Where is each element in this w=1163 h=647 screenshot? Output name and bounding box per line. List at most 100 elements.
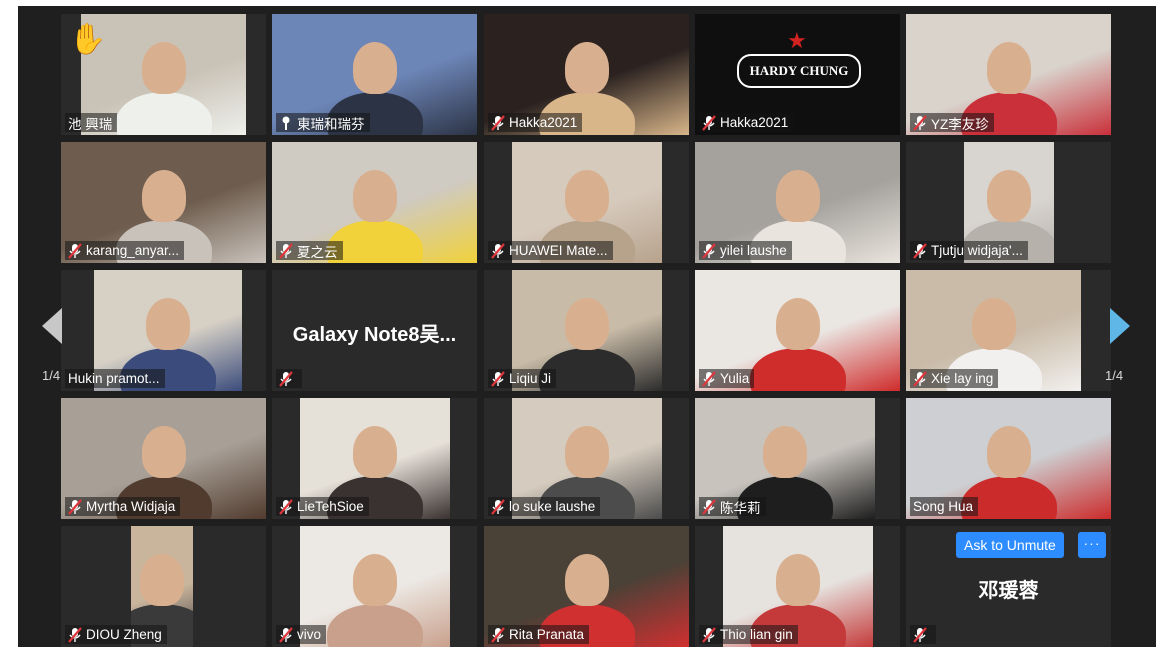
participant-tile[interactable]: 陈华莉 [695,398,900,519]
muted-mic-icon [913,242,927,259]
participant-name-label: Hakka2021 [488,113,583,132]
participant-tile[interactable]: Xie lay ing [906,270,1111,391]
participant-name: Hakka2021 [509,115,578,130]
participant-face [987,170,1031,222]
muted-mic-icon [913,114,927,131]
participant-name-label: Thio lian gin [699,625,798,644]
participant-face [775,170,820,222]
participant-name: yilei laushe [720,243,787,258]
muted-mic-icon [702,370,716,387]
participant-display-name: 邓瑗蓉 [978,580,1039,602]
participant-name-label: Tjutju widjaja'... [910,241,1028,260]
participant-tile[interactable]: Liqiu Ji [484,270,689,391]
participant-name: 東瑞和瑞芬 [297,116,365,132]
participant-name-label: 陈华莉 [699,497,766,516]
muted-mic-icon [68,626,82,643]
participant-tile[interactable]: yilei laushe [695,142,900,263]
muted-mic-icon [279,498,293,515]
participant-name-label: 夏之云 [276,241,343,260]
participant-name-label: YZ李友珍 [910,113,994,132]
participant-name: lo suke laushe [509,499,596,514]
participant-name: Hukin pramot... [68,371,160,386]
muted-mic-icon [279,242,293,259]
participant-tile[interactable]: LieTehSioe [272,398,477,519]
participant-body [749,348,846,391]
page-indicator-left: 1/4 [42,368,61,383]
participant-face [352,42,397,94]
previous-page-arrow-icon[interactable] [40,306,66,346]
participant-name: 夏之云 [297,244,338,260]
participant-name-label: LieTehSioe [276,497,369,516]
participant-name-label: Rita Pranata [488,625,590,644]
muted-mic-icon [702,498,716,515]
participant-face [352,170,397,222]
participant-tile[interactable]: Thio lian gin [695,526,900,647]
participant-tile[interactable]: 夏之云 [272,142,477,263]
participant-face [776,554,820,606]
participant-tile[interactable]: Galaxy Note8吴... [272,270,477,391]
participant-name: Liqiu Ji [509,371,552,386]
hardy-chung-logo: HARDY CHUNG [737,54,861,88]
participant-face [353,554,397,606]
participant-tile[interactable]: lo suke laushe [484,398,689,519]
participant-name-label: yilei laushe [699,241,792,260]
muted-mic-icon [68,242,82,259]
participant-name: Yulia [720,371,750,386]
participant-tile[interactable]: DIOU Zheng [61,526,266,647]
raised-hand-icon: ✋ [69,23,107,56]
participant-tile[interactable]: 東瑞和瑞芬 [272,14,477,135]
participant-tile[interactable]: HARDY CHUNG ★ Hakka2021 [695,14,900,135]
participant-tile[interactable]: Yulia [695,270,900,391]
participant-name: LieTehSioe [297,499,364,514]
participant-tile[interactable]: Myrtha Widjaja [61,398,266,519]
participant-tile[interactable]: Song Hua [906,398,1111,519]
participant-name: 陈华莉 [720,500,761,516]
participant-face [986,42,1031,94]
participant-name: Rita Pranata [509,627,585,642]
more-options-button[interactable]: ··· [1078,532,1106,558]
participant-tile[interactable]: HUAWEI Mate... [484,142,689,263]
red-star-icon: ★ [787,28,807,53]
participant-name: Tjutju widjaja'... [931,243,1023,258]
participant-name: Xie lay ing [931,371,994,386]
muted-mic-icon [491,498,505,515]
participant-face [565,170,609,222]
participant-name: Myrtha Widjaja [86,499,176,514]
participant-name: HUAWEI Mate... [509,243,608,258]
participant-display-name: Galaxy Note8吴... [292,324,457,346]
muted-mic-icon [702,626,716,643]
pin-icon [279,115,293,131]
participant-name-label: Myrtha Widjaja [65,497,181,516]
participant-name-label: karang_anyar... [65,241,185,260]
participant-tile[interactable]: Rita Pranata [484,526,689,647]
participant-tile[interactable]: ✋ 池 興瑞 [61,14,266,135]
participant-tile[interactable]: Hakka2021 [484,14,689,135]
muted-mic-icon [279,370,293,387]
participant-name: 池 興瑞 [68,116,113,132]
participant-face [141,170,186,222]
participant-tile[interactable]: karang_anyar... [61,142,266,263]
participant-face [565,298,609,350]
participant-tile[interactable]: Tjutju widjaja'... [906,142,1111,263]
participant-face [141,42,186,94]
participant-face [971,298,1016,350]
muted-mic-icon [913,626,927,643]
participant-face [986,426,1031,478]
participant-name-label: Hukin pramot... [65,369,165,388]
participant-body [115,92,212,135]
participant-tile[interactable]: Hukin pramot... [61,270,266,391]
participant-name: karang_anyar... [86,243,180,258]
page-indicator-right: 1/4 [1105,368,1124,383]
participant-face [775,298,820,350]
participant-name-label: Song Hua [910,497,979,516]
ask-to-unmute-button[interactable]: Ask to Unmute [956,532,1064,558]
participant-face [564,42,609,94]
participant-name-label [276,369,302,388]
next-page-arrow-icon[interactable] [1106,306,1132,346]
participant-body [327,604,423,647]
participant-tile[interactable]: YZ李友珍 [906,14,1111,135]
participant-name-label [910,625,936,644]
participant-name: DIOU Zheng [86,627,162,642]
participant-tile[interactable]: vivo [272,526,477,647]
participant-name: Thio lian gin [720,627,793,642]
